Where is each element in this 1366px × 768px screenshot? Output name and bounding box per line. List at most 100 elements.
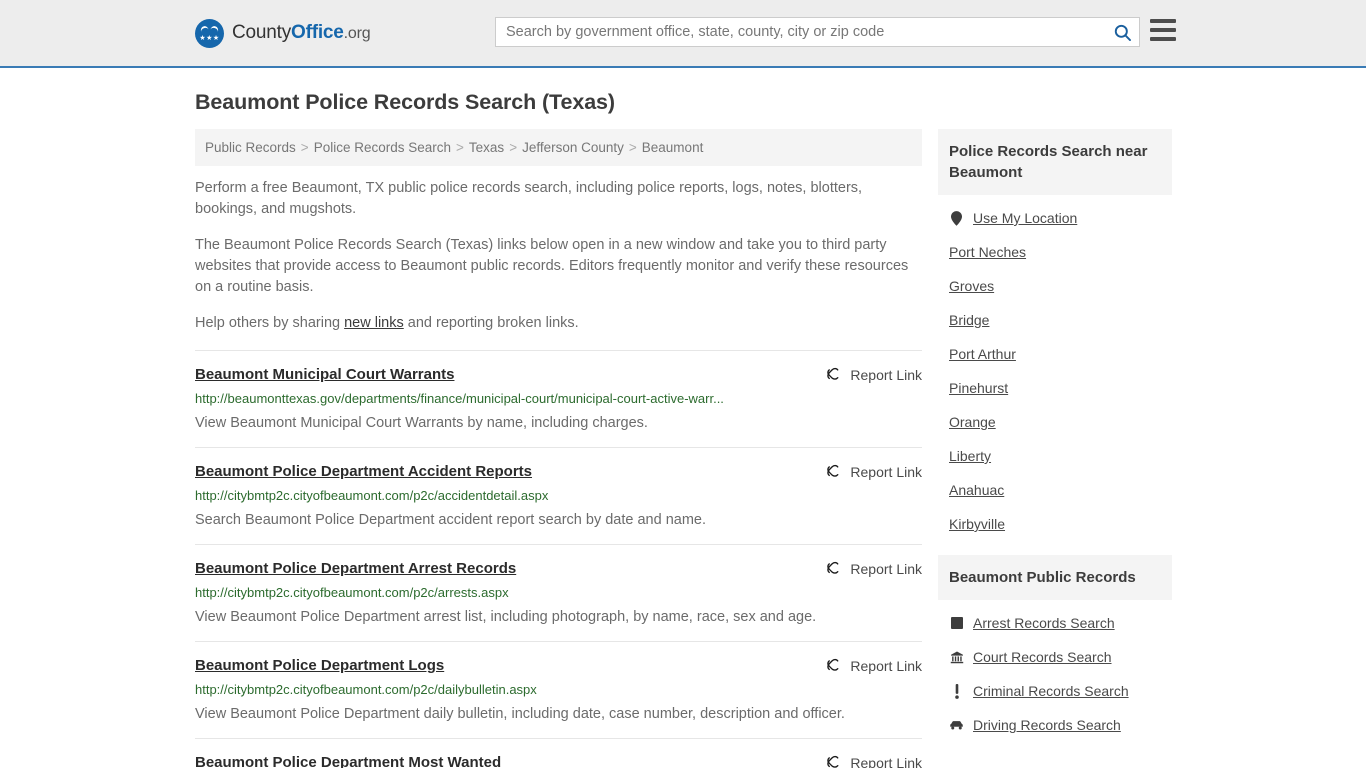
result-description: View Beaumont Police Department arrest l… (195, 609, 817, 625)
result-item: Beaumont Police Department Logs Report L… (195, 641, 922, 738)
result-item: Beaumont Police Department Arrest Record… (195, 544, 922, 641)
panel-title: Beaumont Public Records (938, 555, 1172, 600)
nearby-city-item[interactable]: Bridge (938, 303, 1172, 337)
panel-police-records-near: Police Records Search near Beaumont Use … (938, 129, 1172, 541)
page-container: Beaumont Police Records Search (Texas) P… (0, 90, 1366, 768)
use-my-location-item[interactable]: Use My Location (938, 201, 1172, 235)
map-pin-icon (949, 210, 964, 226)
search-button[interactable] (1105, 18, 1139, 46)
nearby-city-item[interactable]: Groves (938, 269, 1172, 303)
nearby-city-item[interactable]: Kirbyville (938, 507, 1172, 541)
nearby-city-link[interactable]: Orange (949, 414, 996, 430)
result-title-link[interactable]: Beaumont Police Department Accident Repo… (195, 462, 532, 481)
result-item: Beaumont Police Department Accident Repo… (195, 447, 922, 544)
report-link-label: Report Link (850, 754, 922, 768)
fingerprint-icon (949, 617, 964, 629)
search-icon (1114, 24, 1131, 41)
public-records-links-list: Arrest Records Search Court Records Sear… (938, 600, 1172, 742)
broken-link-icon (827, 464, 839, 477)
result-title-link[interactable]: Beaumont Police Department Most Wanted (195, 753, 501, 768)
nearby-city-link[interactable]: Port Arthur (949, 346, 1016, 362)
breadcrumb-separator: > (456, 140, 464, 155)
nearby-cities-list: Use My Location Port Neches Groves Bridg… (938, 195, 1172, 541)
site-logo-link[interactable]: ★★★ CountyOffice.org (195, 18, 371, 48)
breadcrumb-item-police-records-search[interactable]: Police Records Search (314, 140, 451, 155)
brand-part-office: Office (291, 22, 344, 43)
result-url: http://citybmtp2c.cityofbeaumont.com/p2c… (195, 488, 549, 503)
intro-paragraph-2: The Beaumont Police Records Search (Texa… (195, 237, 909, 295)
result-url: http://citybmtp2c.cityofbeaumont.com/p2c… (195, 682, 537, 697)
public-record-link[interactable]: Criminal Records Search (973, 683, 1129, 699)
intro-paragraph-1: Perform a free Beaumont, TX public polic… (195, 180, 863, 217)
report-link-button[interactable]: Report Link (825, 656, 922, 674)
report-link-button[interactable]: Report Link (825, 365, 922, 383)
nearby-city-item[interactable]: Port Arthur (938, 337, 1172, 371)
breadcrumb-item-beaumont[interactable]: Beaumont (642, 140, 704, 155)
public-record-item[interactable]: Court Records Search (938, 640, 1172, 674)
report-link-button[interactable]: Report Link (825, 462, 922, 480)
result-url: http://citybmtp2c.cityofbeaumont.com/p2c… (195, 585, 509, 600)
result-header: Beaumont Police Department Arrest Record… (195, 559, 922, 578)
panel-title: Police Records Search near Beaumont (938, 129, 1172, 195)
result-header: Beaumont Police Department Logs Report L… (195, 656, 922, 675)
result-description: Search Beaumont Police Department accide… (195, 512, 707, 528)
intro-p3-before: Help others by sharing (195, 315, 345, 331)
nearby-city-item[interactable]: Pinehurst (938, 371, 1172, 405)
public-record-item[interactable]: Driving Records Search (938, 708, 1172, 742)
result-header: Beaumont Police Department Most Wanted R… (195, 753, 922, 768)
breadcrumb-separator: > (300, 140, 309, 155)
nearby-city-item[interactable]: Orange (938, 405, 1172, 439)
intro-text: Perform a free Beaumont, TX public polic… (195, 166, 922, 334)
breadcrumb-item-jefferson-county[interactable]: Jefferson County (522, 140, 624, 155)
nearby-city-item[interactable]: Liberty (938, 439, 1172, 473)
public-record-link[interactable]: Court Records Search (973, 649, 1112, 665)
report-link-label: Report Link (850, 463, 922, 480)
courthouse-icon (949, 651, 964, 664)
nearby-city-link[interactable]: Bridge (949, 312, 989, 328)
results-list: Beaumont Municipal Court Warrants Report… (195, 350, 922, 768)
content-columns: Public Records > Police Records Search >… (195, 129, 1172, 768)
search-bar (495, 17, 1140, 47)
report-link-button[interactable]: Report Link (825, 753, 922, 768)
new-links-link[interactable]: new links (344, 315, 404, 331)
eagle-stars-logo-icon: ★★★ (195, 18, 224, 48)
result-title-link[interactable]: Beaumont Police Department Logs (195, 656, 444, 675)
brand-wordmark: CountyOffice.org (232, 22, 371, 44)
result-url: http://beaumonttexas.gov/departments/fin… (195, 391, 724, 406)
nearby-city-link[interactable]: Anahuac (949, 482, 1004, 498)
public-record-link[interactable]: Arrest Records Search (973, 615, 1115, 631)
broken-link-icon (827, 658, 839, 671)
broken-link-icon (827, 755, 839, 768)
broken-link-icon (827, 367, 839, 380)
page-title: Beaumont Police Records Search (Texas) (195, 90, 615, 114)
breadcrumb-item-texas[interactable]: Texas (469, 140, 504, 155)
use-my-location-link[interactable]: Use My Location (973, 210, 1077, 226)
nearby-city-link[interactable]: Pinehurst (949, 380, 1008, 396)
brand-part-tld: .org (343, 25, 371, 42)
public-record-item[interactable]: Criminal Records Search (938, 674, 1172, 708)
public-record-link[interactable]: Driving Records Search (973, 717, 1121, 733)
breadcrumb-item-public-records[interactable]: Public Records (205, 140, 296, 155)
result-description: View Beaumont Police Department daily bu… (195, 706, 845, 722)
nearby-city-link[interactable]: Liberty (949, 448, 991, 464)
nearby-city-link[interactable]: Port Neches (949, 244, 1026, 260)
report-link-label: Report Link (850, 560, 922, 577)
hamburger-menu-icon[interactable] (1150, 19, 1176, 41)
panel-beaumont-public-records: Beaumont Public Records Arrest Records S… (938, 555, 1172, 742)
result-title-link[interactable]: Beaumont Police Department Arrest Record… (195, 559, 516, 578)
car-icon (949, 720, 964, 731)
result-header: Beaumont Municipal Court Warrants Report… (195, 365, 922, 384)
search-input[interactable] (496, 18, 1105, 46)
nearby-city-item[interactable]: Anahuac (938, 473, 1172, 507)
nearby-city-link[interactable]: Groves (949, 278, 994, 294)
nearby-city-link[interactable]: Kirbyville (949, 516, 1005, 532)
intro-paragraph-3: Help others by sharing new links and rep… (195, 313, 922, 334)
result-title-link[interactable]: Beaumont Municipal Court Warrants (195, 365, 454, 384)
report-link-button[interactable]: Report Link (825, 559, 922, 577)
breadcrumb-separator: > (509, 140, 518, 155)
breadcrumb: Public Records > Police Records Search >… (195, 129, 922, 166)
nearby-city-item[interactable]: Port Neches (938, 235, 1172, 269)
public-record-item[interactable]: Arrest Records Search (938, 606, 1172, 640)
brand-part-county: County (232, 22, 292, 43)
broken-link-icon (827, 561, 839, 574)
